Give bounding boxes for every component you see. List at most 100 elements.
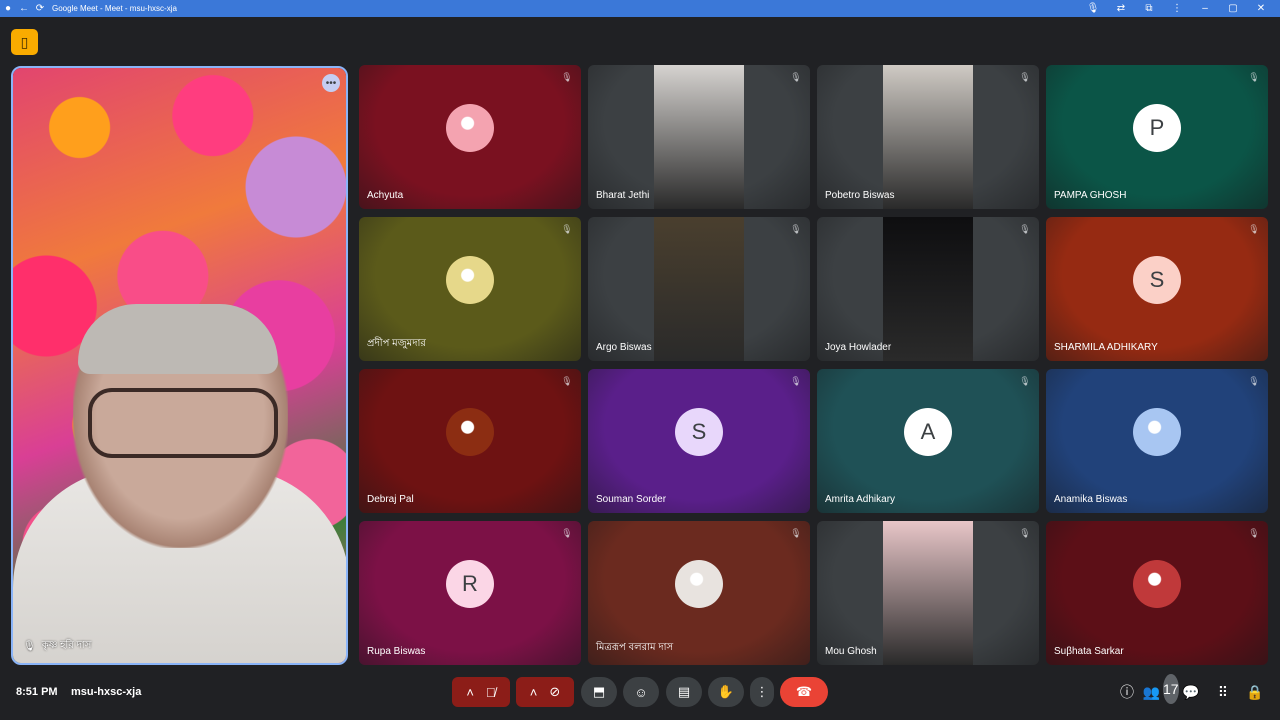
muted-mic-icon: 🎙 [1019, 71, 1031, 82]
minimize-button[interactable]: – [1192, 0, 1218, 17]
participant-name: Argo Biswas [596, 342, 652, 353]
camera-feed [883, 65, 973, 209]
mic-indicator-icon[interactable]: 🎙 [1080, 0, 1106, 17]
raise-hand-button[interactable]: ✋ [708, 677, 744, 707]
muted-mic-icon: 🎙 [1248, 527, 1260, 538]
participant-tile[interactable]: R 🎙 Rupa Biswas [359, 521, 581, 665]
muted-mic-icon: 🎙 [1019, 223, 1031, 234]
participant-name: মিত্ররূপ বলরাম দাস [596, 642, 674, 653]
muted-mic-icon: 🎙 [561, 375, 573, 386]
camera-off-icon[interactable]: ⊘ [549, 684, 560, 700]
participant-tile[interactable]: S 🎙 SHARMILA ADHIKARY [1046, 217, 1268, 361]
participant-tile[interactable]: 🎙 Bharat Jethi [588, 65, 810, 209]
muted-mic-icon: 🎙 [790, 71, 802, 82]
present-icon: ⬒ [592, 684, 606, 699]
avatar-image [675, 560, 723, 608]
chat-icon[interactable]: 💬 [1180, 677, 1202, 707]
participant-tile[interactable]: 🎙 Suβhata Sarkar [1046, 521, 1268, 665]
person-hair [78, 304, 278, 374]
chevron-up-icon[interactable]: ˄ [466, 685, 474, 700]
info-icon[interactable]: ⓘ [1116, 677, 1138, 707]
participant-tile[interactable]: P 🎙 PAMPA GHOSH [1046, 65, 1268, 209]
more-vert-icon: ⋮ [755, 684, 769, 699]
self-video-tile[interactable]: ••• 🎙 কৃষ্ণ হরি দাস [11, 66, 348, 665]
chevron-up-icon[interactable]: ˄ [530, 685, 538, 700]
participant-tile[interactable]: S 🎙 Souman Sorder [588, 369, 810, 513]
menu-icon[interactable]: ⋮ [1164, 0, 1190, 17]
avatar-letter: A [904, 408, 952, 456]
participant-name: Bharat Jethi [596, 190, 650, 201]
activities-icon[interactable]: ⠿ [1212, 677, 1234, 707]
extensions-icon[interactable]: ⧉ [1136, 0, 1162, 17]
muted-mic-icon: 🎙 [1248, 375, 1260, 386]
participant-name: Pobetro Biswas [825, 190, 895, 201]
participant-name: SHARMILA ADHIKARY [1054, 342, 1158, 353]
back-icon[interactable]: ← [16, 0, 32, 17]
participant-name: Mou Ghosh [825, 646, 877, 657]
meeting-info-badge-icon[interactable]: ▯ [11, 29, 38, 55]
muted-mic-icon: 🎙 [790, 223, 802, 234]
muted-mic-icon: 🎙 [790, 375, 802, 386]
meeting-code: msu-hxsc-xja [71, 686, 142, 698]
muted-mic-icon: 🎙 [561, 71, 573, 82]
avatar-image [1133, 560, 1181, 608]
participant-name: Anamika Biswas [1054, 494, 1128, 505]
avatar-image [446, 408, 494, 456]
app-icon: ● [4, 2, 12, 14]
people-icon[interactable]: 👥 17 [1143, 674, 1179, 707]
muted-mic-icon: 🎙 [1019, 527, 1031, 538]
window-title: Google Meet - Meet - msu-hxsc-xja [52, 4, 177, 13]
host-controls-icon[interactable]: 🔒 [1244, 677, 1266, 707]
avatar-letter: S [1133, 256, 1181, 304]
camera-feed [654, 65, 744, 209]
participant-name: Achyuta [367, 190, 404, 201]
end-call-button[interactable]: ☎ [780, 677, 828, 707]
participant-tile[interactable]: 🎙 Argo Biswas [588, 217, 810, 361]
present-button[interactable]: ⬒ [581, 677, 617, 707]
participant-tile[interactable]: 🎙 মিত্ররূপ বলরাম দাস [588, 521, 810, 665]
muted-mic-icon: 🎙 [1248, 71, 1260, 82]
avatar-letter: P [1133, 104, 1181, 152]
participant-name: Amrita Adhikary [825, 494, 896, 505]
participant-name: প্রদীপ মজুমদার [367, 338, 426, 349]
phone-hangup-icon: ☎ [795, 684, 813, 699]
participant-tile[interactable]: 🎙 Anamika Biswas [1046, 369, 1268, 513]
emoji-icon: ☺ [634, 684, 648, 700]
camera-feed [654, 217, 744, 361]
camera-control-button[interactable]: ˄ ⊘ [516, 677, 574, 707]
participant-tile[interactable]: 🎙 Mou Ghosh [817, 521, 1039, 665]
captions-icon: ▤ [677, 684, 691, 699]
participant-name: Suβhata Sarkar [1054, 646, 1124, 657]
participant-grid: 🎙 Achyuta 🎙 Bharat Jethi 🎙 Pobetro Biswas P 🎙 PA… [359, 65, 1270, 666]
mic-control-button[interactable]: ˄ 🎙̸ [452, 677, 510, 707]
person-glasses [88, 388, 278, 458]
avatar-image [1133, 408, 1181, 456]
self-name-label: 🎙 কৃষ্ণ হরি দাস [23, 640, 92, 652]
camera-feed [883, 521, 973, 665]
participant-tile[interactable]: 🎙 Achyuta [359, 65, 581, 209]
more-options-icon[interactable]: ••• [322, 74, 340, 92]
reload-icon[interactable]: ⟳ [32, 0, 48, 17]
participant-tile[interactable]: 🎙 প্রদীপ মজুমদার [359, 217, 581, 361]
avatar-image [446, 104, 494, 152]
mic-icon: 🎙 [23, 641, 36, 652]
participant-name: Joya Howlader [825, 342, 892, 353]
more-options-button[interactable]: ⋮ [750, 677, 774, 707]
participant-tile[interactable]: 🎙 Pobetro Biswas [817, 65, 1039, 209]
translate-icon[interactable]: ⇄ [1108, 0, 1134, 17]
participant-tile[interactable]: A 🎙 Amrita Adhikary [817, 369, 1039, 513]
avatar-letter: R [446, 560, 494, 608]
avatar-image [446, 256, 494, 304]
close-button[interactable]: ✕ [1248, 0, 1274, 17]
meet-main: ▯ ••• 🎙 কৃষ্ণ হরি দাস 🎙 Achyuta 🎙 Bharat Je… [0, 17, 1280, 720]
muted-mic-icon: 🎙 [561, 527, 573, 538]
people-count-badge: 17 [1162, 674, 1179, 704]
camera-feed [883, 217, 973, 361]
participant-tile[interactable]: 🎙 Debraj Pal [359, 369, 581, 513]
participant-tile[interactable]: 🎙 Joya Howlader [817, 217, 1039, 361]
reactions-button[interactable]: ☺ [623, 677, 659, 707]
hand-icon: ✋ [717, 684, 735, 699]
maximize-button[interactable]: ▢ [1220, 0, 1246, 17]
captions-button[interactable]: ▤ [666, 677, 702, 707]
mic-off-icon[interactable]: 🎙̸ [486, 685, 496, 700]
